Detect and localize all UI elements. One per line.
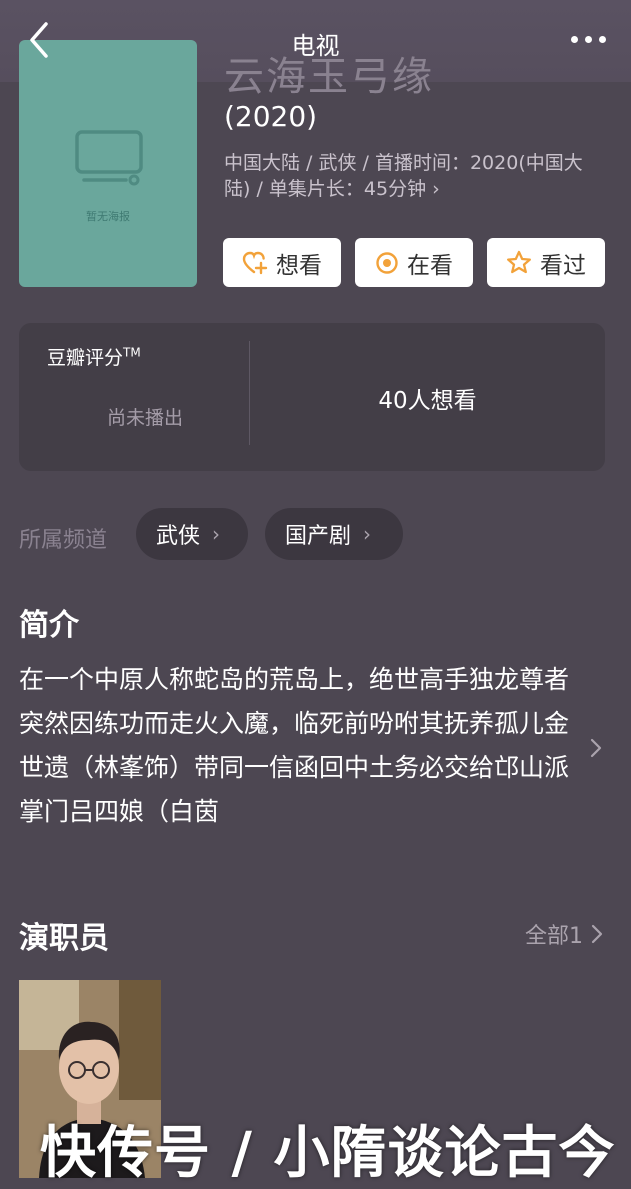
chevron-right-icon: › <box>363 522 372 546</box>
chevron-right-icon <box>591 924 603 944</box>
channel-chip-wuxia[interactable]: 武侠 › <box>136 508 248 560</box>
poster-caption: 暂无海报 <box>86 210 130 223</box>
watched-button[interactable]: 看过 <box>487 238 605 287</box>
watching-button[interactable]: 在看 <box>355 238 473 287</box>
show-title: 云海玉弓缘 <box>224 54 434 100</box>
channel-label: 所属频道 <box>19 528 108 553</box>
channel-chip-domestic[interactable]: 国产剧 › <box>265 508 403 560</box>
heart-plus-icon <box>242 251 268 274</box>
want-button[interactable]: 想看 <box>223 238 341 287</box>
synopsis-text[interactable]: 在一个中原人称蛇岛的荒岛上，绝世高手独龙尊者突然因练功而走火入魔，临死前吩咐其抚… <box>19 658 574 834</box>
want-label: 想看 <box>276 252 322 279</box>
trademark: TM <box>123 345 141 360</box>
synopsis-heading: 简介 <box>19 608 79 643</box>
tv-icon <box>75 130 143 186</box>
rating-label: 豆瓣评分TM <box>47 345 141 369</box>
cast-all-label: 全部1 <box>525 924 583 949</box>
chevron-right-icon: › <box>212 522 221 546</box>
watched-label: 看过 <box>540 252 586 279</box>
show-year: (2020) <box>224 100 318 133</box>
want-count[interactable]: 40人想看 <box>250 381 605 415</box>
target-icon <box>376 251 398 274</box>
rating-card: 豆瓣评分TM 尚未播出 40人想看 <box>19 323 605 471</box>
watching-label: 在看 <box>407 252 453 279</box>
cast-all-link[interactable]: 全部1 <box>525 918 603 950</box>
poster-placeholder[interactable]: 暂无海报 <box>19 40 197 287</box>
channel-chip-label: 国产剧 <box>285 524 352 549</box>
chevron-right-icon[interactable] <box>586 735 606 761</box>
show-meta[interactable]: 中国大陆 / 武侠 / 首播时间：2020(中国大陆) / 单集片长：45分钟 … <box>224 150 604 202</box>
channel-chip-label: 武侠 <box>156 524 201 549</box>
watermark-text: 快传号 / 小隋谈论古今 <box>40 1121 616 1186</box>
cast-heading: 演职员 <box>19 921 109 956</box>
star-icon <box>507 250 531 274</box>
rating-status: 尚未播出 <box>107 407 184 429</box>
more-icon[interactable] <box>569 22 609 58</box>
